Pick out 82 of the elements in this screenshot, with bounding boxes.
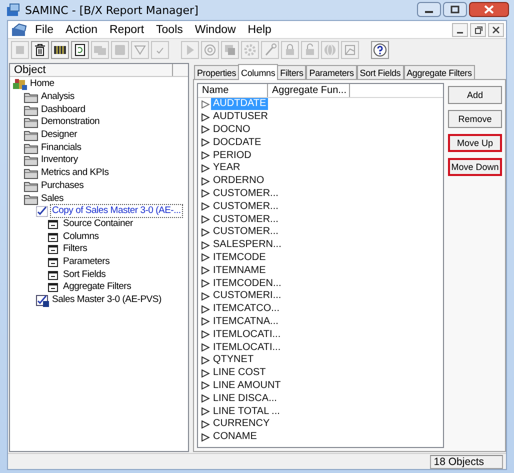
menu-item[interactable]: Window [188, 24, 242, 36]
window-title: SAMINC - [B/X Report Manager] [25, 4, 200, 16]
column-item[interactable]: QTYNET [211, 354, 256, 366]
close-button[interactable] [488, 22, 504, 36]
column-item[interactable]: LINE AMOUNT [211, 380, 283, 392]
column-item[interactable]: CONAME [211, 431, 259, 444]
column-item[interactable]: ITEMCATCO... [211, 303, 282, 316]
menu-item[interactable]: File [29, 24, 60, 36]
column-item[interactable]: CURRENCY [211, 418, 272, 430]
column-item[interactable]: CUSTOMER... [211, 226, 280, 238]
tree-item[interactable]: Inventory [40, 154, 79, 166]
minimize-button[interactable] [417, 2, 441, 16]
folder-icon [23, 90, 39, 104]
column-item[interactable]: PERIOD [211, 150, 254, 162]
restore-button[interactable] [470, 22, 486, 36]
container-icon [45, 280, 61, 294]
menu-item[interactable]: Help [242, 24, 278, 36]
tree-item[interactable]: Filters [62, 243, 88, 256]
tab[interactable]: Filters [277, 65, 306, 79]
tree-item[interactable]: Source Container [62, 218, 134, 230]
folder-icon [23, 128, 39, 142]
tree-item[interactable]: Home [29, 78, 56, 90]
tree-item[interactable]: Demonstration [40, 116, 101, 128]
document-icon [11, 22, 29, 36]
column-item[interactable]: ITEMCODEN... [211, 278, 284, 290]
tree-item[interactable]: Financials [40, 142, 82, 154]
report-icon [34, 293, 50, 308]
container-icon [45, 242, 61, 256]
column-header[interactable]: Aggregate Fun... [268, 84, 350, 97]
app-icon [5, 2, 21, 18]
report-icon [34, 204, 50, 218]
column-item[interactable]: CUSTOMERI... [211, 290, 284, 302]
tree-item[interactable]: Metrics and KPIs [40, 167, 110, 180]
maximize-button[interactable] [443, 2, 467, 16]
column-item[interactable]: ITEMNAME [211, 264, 268, 277]
tab[interactable]: Parameters [306, 65, 357, 79]
column-item[interactable]: DOCNO [211, 124, 252, 136]
tab[interactable]: Columns [238, 64, 278, 80]
column-header[interactable]: Name [198, 84, 268, 97]
tree-item[interactable]: Designer [40, 129, 78, 142]
column-item[interactable]: AUDTUSER [211, 111, 270, 124]
menu-item[interactable]: Tools [150, 24, 189, 36]
tab[interactable]: Properties [194, 65, 240, 79]
column-item[interactable]: ITEMLOCATI... [211, 328, 283, 341]
tree-item[interactable]: Copy of Sales Master 3-0 (AE-... [51, 205, 182, 218]
column-item[interactable]: CUSTOMER... [211, 188, 280, 200]
action-button[interactable]: Move Up [448, 134, 502, 152]
close-button[interactable] [469, 2, 509, 16]
tab[interactable]: Aggregate Filters [404, 65, 475, 79]
folder-icon [23, 115, 39, 130]
tree-item[interactable]: Sales [40, 192, 65, 205]
column-item[interactable]: ITEMCATNA... [211, 316, 280, 328]
tree-item[interactable]: Dashboard [40, 104, 86, 116]
minimize-button[interactable] [452, 22, 468, 36]
column-item[interactable]: ORDERNO [211, 175, 266, 188]
tab[interactable]: Sort Fields [356, 65, 404, 79]
menu-item[interactable]: Action [60, 24, 104, 36]
tree-item[interactable]: Sort Fields [62, 268, 107, 281]
column-item[interactable]: LINE DISCA... [211, 392, 279, 405]
action-button[interactable]: Add [448, 86, 502, 104]
column-item[interactable]: CUSTOMER... [211, 200, 280, 213]
tree-item[interactable]: Columns [62, 230, 100, 243]
column-item[interactable]: ITEMLOCATI... [211, 342, 283, 354]
column-item[interactable]: YEAR [211, 162, 242, 174]
status-text: 18 Objects [430, 454, 503, 468]
column-item[interactable]: DOCDATE [211, 136, 264, 149]
column-item[interactable]: ITEMCODE [211, 252, 268, 264]
folder-icon [23, 166, 39, 180]
menu-item[interactable]: Report [104, 24, 150, 36]
column-item[interactable]: CUSTOMER... [211, 214, 280, 226]
tree-item[interactable]: Analysis [40, 91, 76, 104]
action-button[interactable]: Remove [448, 110, 502, 128]
tree-item[interactable]: Purchases [40, 180, 85, 192]
column-item[interactable]: LINE COST [211, 367, 268, 380]
folder-icon [23, 153, 39, 168]
tree-item[interactable]: Parameters [62, 256, 111, 268]
tree-item[interactable]: Aggregate Filters [62, 281, 132, 294]
action-button[interactable]: Move Down [448, 158, 502, 176]
home-icon [12, 77, 28, 92]
tree-item[interactable]: Sales Master 3-0 (AE-PVS) [51, 294, 162, 306]
column-item[interactable]: SALESPERN... [211, 239, 284, 252]
column-item[interactable]: LINE TOTAL ... [211, 406, 282, 418]
